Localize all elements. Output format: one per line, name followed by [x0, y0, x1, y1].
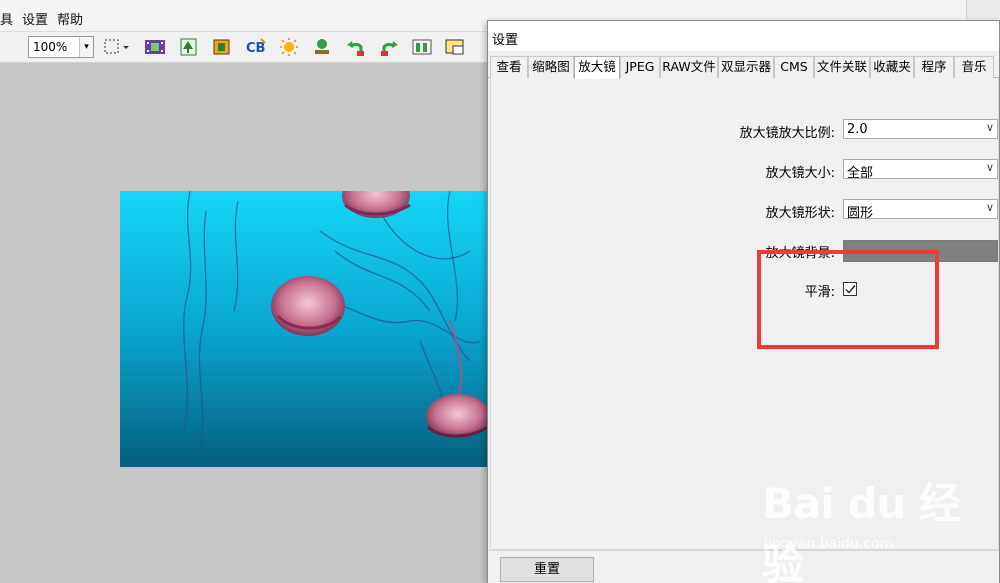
tab-favorites[interactable]: 收藏夹: [870, 56, 914, 78]
jellyfish-photo: [120, 191, 488, 467]
watermark-logo: Bai du 经验: [762, 479, 961, 583]
tab-view[interactable]: 查看: [490, 56, 528, 78]
image-tree-icon[interactable]: [178, 37, 200, 57]
highlight-box: [757, 250, 939, 349]
tab-cms[interactable]: CMS: [774, 56, 814, 78]
watermark-url: jingyan.baidu.com: [764, 536, 894, 552]
chevron-down-icon: ∨: [985, 121, 994, 134]
tab-file-association[interactable]: 文件关联: [814, 56, 870, 78]
magnifier-shape-value: 圆形: [847, 206, 874, 221]
cb-icon[interactable]: CB: [245, 37, 267, 57]
magnifier-size-label: 放大镜大小:: [765, 166, 835, 181]
rotate-left-icon[interactable]: [345, 37, 367, 57]
svg-text:CB: CB: [246, 41, 265, 56]
dialog-title: 设置: [492, 33, 519, 48]
baidu-watermark: Bai du 经验 jingyan.baidu.com: [762, 470, 992, 583]
tab-music[interactable]: 音乐: [954, 56, 994, 78]
window-icon[interactable]: [444, 37, 466, 57]
tab-dual-monitor[interactable]: 双显示器: [718, 56, 774, 78]
menu-help[interactable]: 帮助: [57, 9, 83, 28]
reset-button[interactable]: 重置: [500, 557, 594, 582]
magnifier-size-value: 全部: [847, 166, 874, 181]
stamp-icon[interactable]: [311, 37, 333, 57]
magnifier-ratio-label: 放大镜放大比例:: [739, 126, 835, 141]
dialog-title-bar[interactable]: 设置: [488, 21, 999, 51]
magnifier-ratio-value: 2.0: [847, 122, 868, 137]
filmstrip-icon[interactable]: [144, 37, 166, 57]
compare-icon[interactable]: [411, 37, 433, 57]
rotate-right-icon[interactable]: [378, 37, 400, 57]
chevron-down-icon: ∨: [985, 201, 994, 214]
magnifier-shape-select[interactable]: 圆形 ∨: [843, 199, 998, 221]
tab-magnifier[interactable]: 放大镜: [574, 56, 620, 79]
menu-settings[interactable]: 设置: [22, 9, 48, 28]
magnifier-size-select[interactable]: 全部 ∨: [843, 159, 998, 181]
zoom-value: 100%: [33, 40, 68, 54]
chevron-down-icon: ∨: [985, 161, 994, 174]
settings-tabs: 查看 缩略图 放大镜 JPEG RAW文件 双显示器 CMS 文件关联 收藏夹 …: [488, 56, 999, 79]
zoom-select[interactable]: 100% ▾: [28, 36, 94, 58]
image-crop-icon[interactable]: [211, 37, 233, 57]
tab-raw[interactable]: RAW文件: [660, 56, 718, 78]
sun-icon[interactable]: [278, 37, 300, 57]
chevron-down-icon: ▾: [79, 37, 93, 57]
tab-thumbnails[interactable]: 缩略图: [528, 56, 574, 78]
menu-tools[interactable]: 具: [0, 9, 13, 28]
tab-programs[interactable]: 程序: [914, 56, 954, 78]
tab-jpeg[interactable]: JPEG: [620, 56, 660, 78]
magnifier-shape-label: 放大镜形状:: [765, 206, 835, 221]
selection-icon[interactable]: [103, 37, 129, 57]
magnifier-ratio-select[interactable]: 2.0 ∨: [843, 119, 998, 139]
